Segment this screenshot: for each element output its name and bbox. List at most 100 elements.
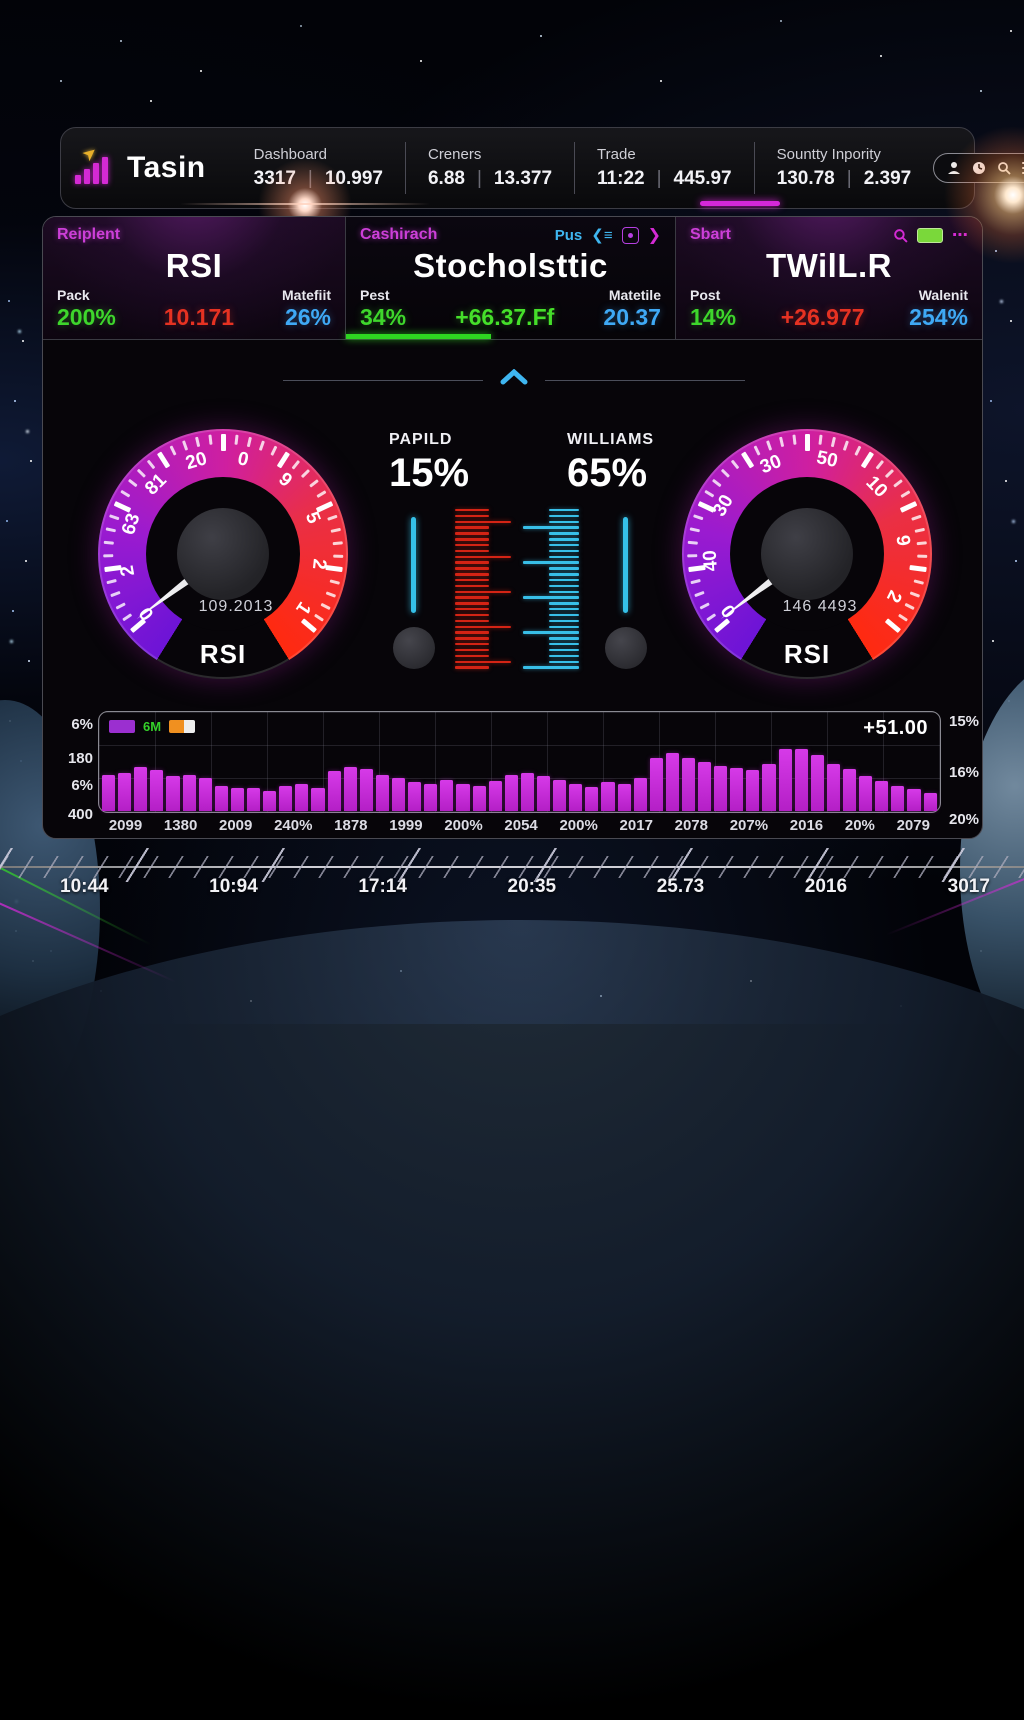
stat-Matetile: Matetile20.37 — [603, 287, 661, 331]
more-options-icon[interactable]: ⋯ — [952, 225, 968, 245]
clock-icon[interactable] — [972, 161, 986, 175]
ruler-tick — [549, 579, 579, 581]
menu-item-dashboard[interactable]: Dashboard3317|10.997 — [232, 146, 405, 190]
ruler-tick — [549, 608, 579, 610]
chevron-right-icon[interactable]: ❯ — [648, 225, 661, 245]
bar — [682, 758, 695, 811]
bar — [102, 775, 115, 811]
stat-Post: Post14% — [690, 287, 736, 331]
stat-value: 26% — [285, 304, 331, 331]
menu-item-creners[interactable]: Creners6.88|13.377 — [406, 146, 574, 190]
ruler-tick — [549, 573, 579, 575]
menu-item-trade[interactable]: Trade11:22|445.97 — [575, 146, 754, 190]
widget-icon[interactable] — [622, 227, 639, 244]
ruler-tick — [455, 509, 489, 511]
bar — [779, 749, 792, 811]
ruler-tick — [549, 515, 579, 517]
stat-value: +26.977 — [781, 304, 865, 331]
bar — [859, 776, 872, 811]
y-axis-label-right: 16% — [949, 764, 983, 781]
starfield-bright — [0, 0, 3, 3]
ruler-tick — [455, 631, 489, 633]
chevron-up-icon[interactable] — [499, 369, 529, 385]
bar — [553, 780, 566, 811]
x-axis-label: 240% — [274, 817, 312, 834]
left-slider-knob[interactable] — [393, 627, 435, 669]
gauge-tick — [221, 434, 226, 451]
ruler-tick — [549, 637, 579, 639]
bar — [907, 789, 920, 811]
y-axis-label-left: 6% — [55, 716, 93, 733]
menu-item-sountty-inpority[interactable]: Sountty Inpority130.78|2.397 — [755, 146, 934, 190]
timeline-label: 10:94 — [209, 876, 258, 898]
bar — [634, 778, 647, 811]
ruler-tick — [523, 561, 579, 563]
app-logo[interactable]: ➤ Tasin — [75, 151, 206, 185]
timeline-label: 2016 — [805, 876, 847, 898]
gauge-tick — [333, 555, 343, 558]
left-slider-track[interactable] — [411, 517, 416, 613]
menu-value-separator: | — [477, 168, 482, 190]
search-icon[interactable] — [997, 161, 1011, 175]
stat-panel-twilr[interactable]: Sbart ⋯ TWilL.R Post14%+26.977Walenit254… — [676, 217, 982, 339]
stat-panel-rsi[interactable]: Reiplent RSI Pack200%10.171Matefiit26% — [43, 217, 346, 339]
dashboard-main-panel: Reiplent RSI Pack200%10.171Matefiit26% C… — [42, 216, 983, 839]
bar — [118, 773, 131, 811]
pus-link[interactable]: Pus — [555, 227, 583, 244]
menu-value-1: 130.78 — [777, 168, 835, 190]
bar-series — [102, 720, 937, 811]
bar — [650, 758, 663, 811]
x-axis-label: 2054 — [504, 817, 537, 834]
bar — [456, 784, 469, 811]
ruler-tick — [455, 649, 489, 651]
menu-value-2: 2.397 — [864, 168, 912, 190]
menu-value-2: 10.997 — [325, 168, 383, 190]
bar — [150, 770, 163, 811]
x-axis-label: 1380 — [164, 817, 197, 834]
menu-title: Dashboard — [254, 146, 383, 163]
search-icon[interactable] — [893, 228, 908, 243]
legend-swatch-orange[interactable] — [169, 720, 195, 733]
x-axis-label: 2078 — [675, 817, 708, 834]
ruler-tick — [455, 579, 489, 581]
chart-legend: 6M — [109, 719, 195, 734]
user-icon[interactable] — [947, 161, 961, 175]
ruler-tick — [455, 620, 489, 622]
menu-value-2: 13.377 — [494, 168, 552, 190]
bar — [843, 769, 856, 811]
timeline-label: 3017 — [948, 876, 990, 898]
ruler-tick — [455, 596, 489, 598]
right-slider-knob[interactable] — [605, 627, 647, 669]
ruler-tick — [549, 626, 579, 628]
top-navigation-bar: ➤ Tasin Dashboard3317|10.997Creners6.88|… — [60, 127, 975, 209]
bar — [247, 788, 260, 811]
stat-panel-stochastic[interactable]: Cashirach Pus ❮≡ ❯ Stocholsttic Pest34%+… — [346, 217, 676, 339]
bar — [891, 786, 904, 811]
panel-tag: Sbart — [690, 226, 731, 244]
stat-label: Walenit — [919, 287, 968, 303]
ruler-tick — [455, 655, 489, 657]
right-slider-track[interactable] — [623, 517, 628, 613]
ruler-tick — [549, 550, 579, 552]
williams-value: 65% — [567, 451, 654, 496]
legend-swatch-purple[interactable] — [109, 720, 135, 733]
ruler-tick — [455, 561, 489, 563]
stat-label: Matetile — [609, 287, 661, 303]
active-menu-underline — [700, 201, 780, 206]
gauge-hub — [177, 508, 269, 600]
ruler-tick — [549, 538, 579, 540]
ruler-tick — [455, 585, 489, 587]
bar — [473, 786, 486, 811]
panel-stats: Pack200%10.171Matefiit26% — [57, 287, 331, 331]
back-list-icon[interactable]: ❮≡ — [591, 226, 612, 244]
y-axis-label-right: 15% — [949, 713, 983, 730]
lens-flare-streak — [180, 203, 430, 205]
y-axis-label-left: 6% — [55, 777, 93, 794]
bar — [601, 782, 614, 811]
ruler-tick — [549, 655, 579, 657]
bar — [875, 781, 888, 811]
x-axis-label: 2009 — [219, 817, 252, 834]
bar — [231, 788, 244, 811]
y-axis-label-left: 400 — [55, 806, 93, 823]
green-toggle[interactable] — [917, 228, 943, 243]
